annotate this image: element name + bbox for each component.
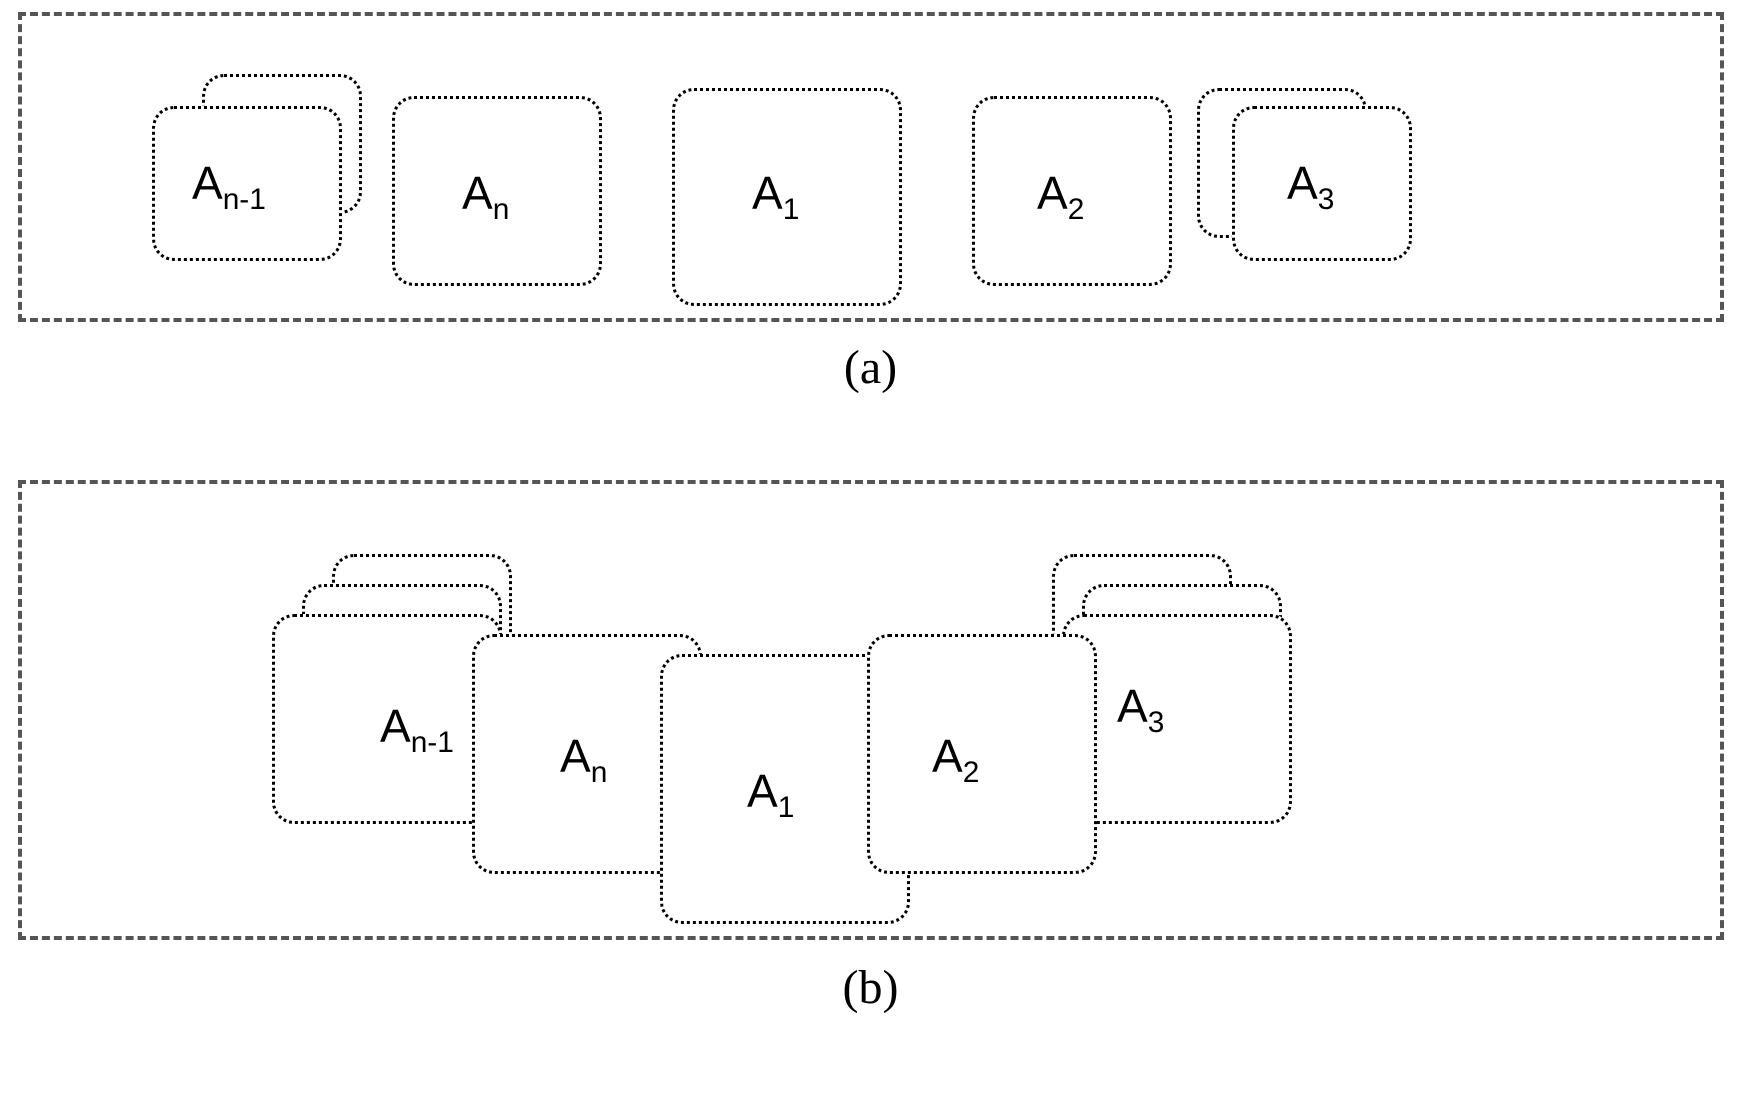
panel-b-label-2: A2 xyxy=(932,729,979,790)
panel-a-caption: (a) xyxy=(844,340,897,395)
panel-a-label-3: A3 xyxy=(1287,156,1334,217)
panel-a-inner: An-1 An A1 A2 A3 xyxy=(22,16,1720,318)
panel-b-card-2 xyxy=(867,634,1097,874)
figure-diagram: An-1 An A1 A2 A3 (a) xyxy=(0,0,1741,1103)
panel-a-container: An-1 An A1 A2 A3 xyxy=(18,12,1724,322)
panel-b-inner: An-1 An A1 A3 A2 xyxy=(22,484,1720,936)
panel-a-label-2: A2 xyxy=(1037,166,1084,227)
panel-b-label-nminus1: An-1 xyxy=(380,699,454,760)
panel-a-label-n: An xyxy=(462,166,509,227)
panel-b-container: An-1 An A1 A3 A2 xyxy=(18,480,1724,940)
panel-a-label-nminus1: An-1 xyxy=(192,156,266,217)
panel-a-label-1: A1 xyxy=(752,166,799,227)
panel-b-label-n: An xyxy=(560,729,607,790)
panel-b-label-1: A1 xyxy=(747,764,794,825)
panel-b-label-3: A3 xyxy=(1117,679,1164,740)
panel-b-caption: (b) xyxy=(843,960,899,1015)
